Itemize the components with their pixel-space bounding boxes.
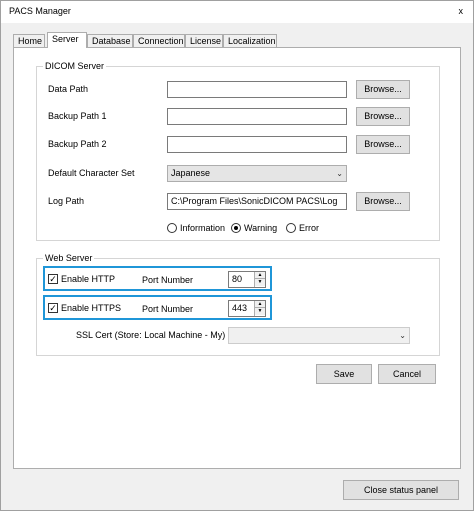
charset-label: Default Character Set (48, 168, 135, 178)
pacs-manager-window: PACS Manager x Home Server Database Conn… (0, 0, 474, 511)
tab-home[interactable]: Home (13, 34, 45, 47)
chevron-down-icon: ⌄ (336, 169, 343, 178)
web-server-title: Web Server (43, 253, 95, 263)
radio-icon (286, 223, 296, 233)
backup-path-2-input[interactable] (167, 136, 347, 153)
log-level-warning-label: Warning (244, 223, 278, 233)
tab-connection[interactable]: Connection (133, 34, 185, 47)
https-port-label: Port Number (142, 304, 194, 314)
data-path-label: Data Path (48, 84, 89, 94)
tab-localization[interactable]: Localization (223, 34, 277, 47)
log-level-error-label: Error (299, 223, 319, 233)
stepper-up-icon[interactable]: ▲ (255, 301, 265, 308)
charset-select[interactable]: Japanese ⌄ (167, 165, 347, 182)
backup-path-1-browse-button[interactable]: Browse... (356, 107, 410, 126)
log-level-error[interactable]: Error (286, 223, 319, 233)
https-port-stepper[interactable]: 443 ▲ ▼ (228, 300, 266, 317)
chevron-down-icon: ⌄ (399, 331, 406, 340)
https-port-value: 443 (232, 303, 248, 313)
checkbox-checked-icon: ✓ (48, 274, 58, 284)
tab-license[interactable]: License (185, 34, 223, 47)
enable-https-checkbox[interactable]: ✓ Enable HTTPS (48, 303, 121, 313)
cancel-button[interactable]: Cancel (378, 364, 436, 384)
save-button[interactable]: Save (316, 364, 372, 384)
log-path-browse-button[interactable]: Browse... (356, 192, 410, 211)
radio-selected-icon (231, 223, 241, 233)
backup-path-1-label: Backup Path 1 (48, 111, 107, 121)
log-path-label: Log Path (48, 196, 85, 206)
enable-https-label: Enable HTTPS (61, 303, 122, 313)
close-icon[interactable]: x (459, 6, 464, 16)
log-path-input[interactable]: C:\Program Files\SonicDICOM PACS\Log (167, 193, 347, 210)
close-status-panel-button[interactable]: Close status panel (343, 480, 459, 500)
stepper-down-icon[interactable]: ▼ (255, 279, 265, 286)
stepper-down-icon[interactable]: ▼ (255, 308, 265, 315)
tab-database[interactable]: Database (87, 34, 133, 47)
ssl-cert-select[interactable]: ⌄ (228, 327, 410, 344)
log-level-information-label: Information (180, 223, 226, 233)
http-port-label: Port Number (142, 275, 194, 285)
http-port-value: 80 (232, 274, 243, 284)
radio-icon (167, 223, 177, 233)
data-path-input[interactable] (167, 81, 347, 98)
backup-path-1-input[interactable] (167, 108, 347, 125)
enable-http-checkbox[interactable]: ✓ Enable HTTP (48, 274, 115, 284)
checkbox-checked-icon: ✓ (48, 303, 58, 313)
log-level-warning[interactable]: Warning (231, 223, 277, 233)
data-path-browse-button[interactable]: Browse... (356, 80, 410, 99)
http-port-stepper[interactable]: 80 ▲ ▼ (228, 271, 266, 288)
title-bar: PACS Manager x (1, 1, 473, 23)
backup-path-2-browse-button[interactable]: Browse... (356, 135, 410, 154)
charset-value: Japanese (171, 168, 211, 178)
window-title: PACS Manager (9, 6, 71, 16)
dicom-server-title: DICOM Server (43, 61, 107, 71)
backup-path-2-label: Backup Path 2 (48, 139, 107, 149)
ssl-cert-label: SSL Cert (Store: Local Machine - My) (76, 330, 226, 340)
stepper-up-icon[interactable]: ▲ (255, 272, 265, 279)
tab-server[interactable]: Server (47, 32, 87, 48)
server-tab-panel: DICOM Server Data Path Browse... Backup … (13, 47, 461, 469)
enable-http-label: Enable HTTP (61, 274, 116, 284)
log-level-information[interactable]: Information (167, 223, 225, 233)
